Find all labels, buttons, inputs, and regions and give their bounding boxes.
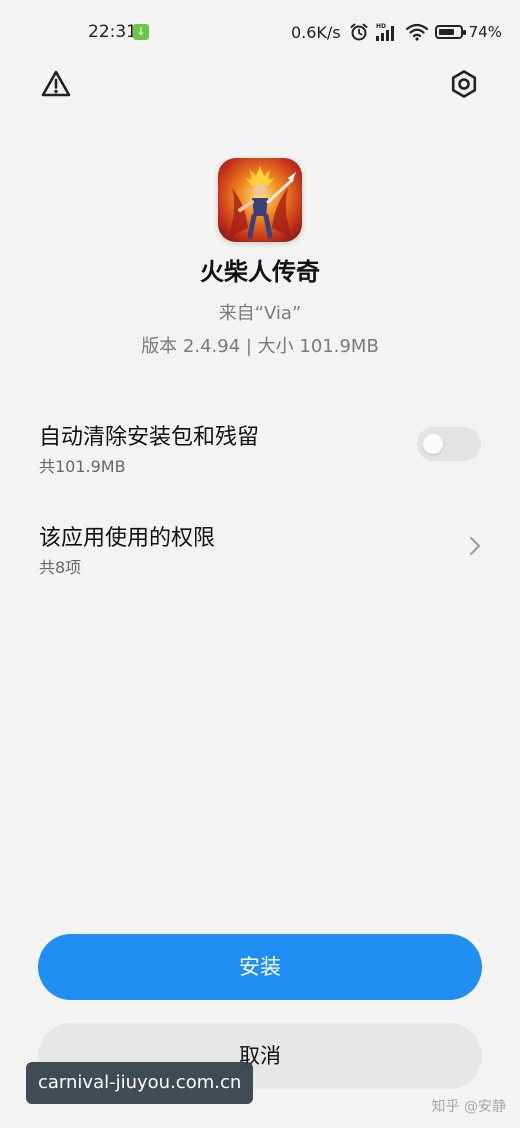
battery-icon [434, 25, 466, 39]
app-version-size: 版本 2.4.94 | 大小 101.9MB [141, 336, 379, 357]
permissions-subtitle: 共8项 [39, 558, 82, 577]
permissions-row[interactable]: 该应用使用的权限 共8项 [0, 516, 520, 586]
signal-icon: HD [375, 23, 394, 41]
app-icon [218, 158, 302, 242]
status-bar: 22:31 ↓ 0.6K/s HD 74% [0, 18, 520, 46]
status-time: 22:31 [88, 22, 137, 42]
app-name: 火柴人传奇 [200, 258, 320, 286]
install-button[interactable]: 安装 [38, 934, 482, 1000]
wifi-icon [405, 23, 428, 41]
toggle-knob [423, 434, 443, 454]
auto-clean-title: 自动清除安装包和残留 [39, 425, 260, 450]
watermark-url: carnival-jiuyou.com.cn [26, 1062, 254, 1104]
download-icon: ↓ [133, 24, 149, 40]
battery-percent: 74% [468, 23, 502, 41]
network-speed: 0.6K/s [290, 22, 341, 42]
watermark-zhihu: 知乎 @安静 [431, 1099, 506, 1115]
auto-clean-row[interactable]: 自动清除安装包和残留 共101.9MB [0, 415, 520, 485]
status-indicators: 0.6K/s HD 74% [291, 22, 502, 42]
settings-icon[interactable] [448, 68, 480, 100]
permissions-title: 该应用使用的权限 [39, 526, 216, 551]
hd-label: HD [376, 23, 386, 30]
auto-clean-toggle[interactable] [417, 427, 481, 461]
app-source: 来自“Via” [218, 303, 302, 324]
chevron-right-icon [470, 537, 480, 555]
auto-clean-subtitle: 共101.9MB [39, 457, 126, 476]
battery-level [438, 29, 454, 35]
warning-icon[interactable] [40, 68, 72, 100]
alarm-icon [350, 23, 368, 41]
